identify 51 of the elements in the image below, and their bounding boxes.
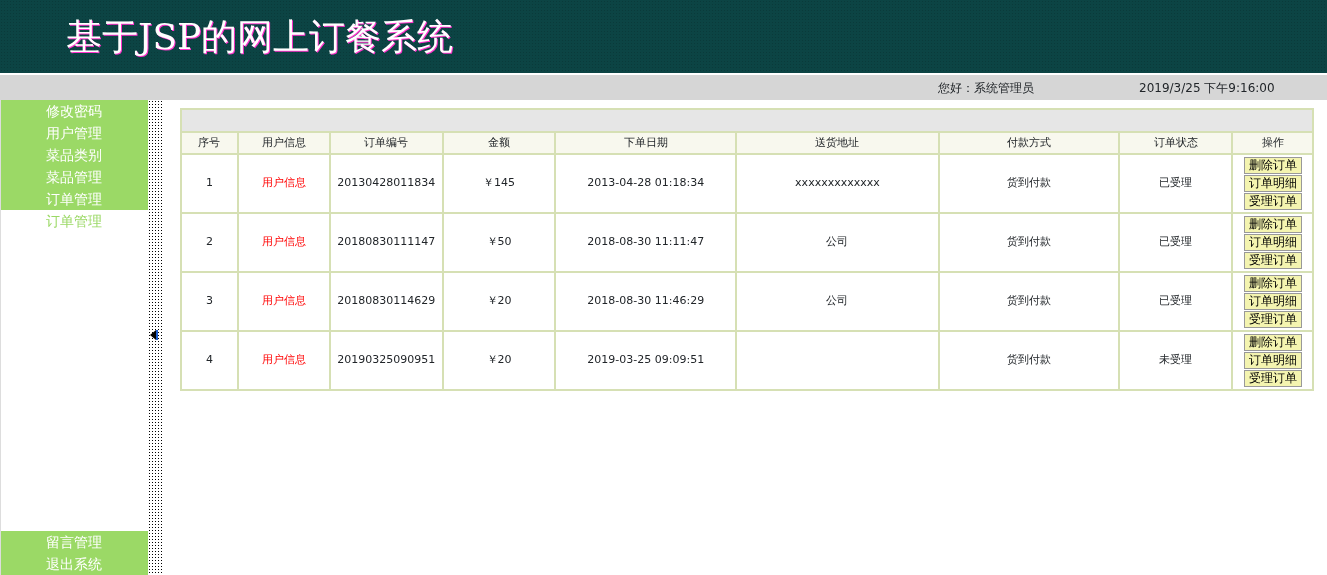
action-button[interactable]: 受理订单	[1243, 370, 1302, 387]
table-cell: 未受理	[1119, 331, 1233, 390]
user-info-link[interactable]: 用户信息	[261, 176, 306, 190]
table-cell: 20130428011834	[329, 154, 443, 213]
column-header: 送货地址	[736, 132, 939, 154]
datetime-text: 2019/3/25 下午9:16:00	[1139, 79, 1275, 97]
action-button[interactable]: 订单明细	[1243, 352, 1302, 369]
table-cell: 公司	[736, 272, 939, 331]
table-cell: 2018-08-30 11:46:29	[555, 272, 737, 331]
collapse-arrow-icon[interactable]	[150, 329, 158, 340]
action-button[interactable]: 订单明细	[1243, 293, 1302, 310]
table-cell: 2018-08-30 11:11:47	[555, 213, 737, 272]
user-info-link[interactable]: 用户信息	[261, 353, 306, 367]
table-cell: 3	[181, 272, 238, 331]
table-cell: 1	[181, 154, 238, 213]
action-button[interactable]: 删除订单	[1243, 334, 1302, 351]
table-cell: 4	[181, 331, 238, 390]
table-cell: 2019-03-25 09:09:51	[555, 331, 737, 390]
table-cell: 货到付款	[938, 213, 1120, 272]
table-cell: 已受理	[1119, 272, 1233, 331]
table-cell: ￥20	[442, 272, 556, 331]
action-button[interactable]: 受理订单	[1243, 252, 1302, 269]
user-info-link[interactable]: 用户信息	[261, 294, 306, 308]
table-cell: 公司	[736, 213, 939, 272]
table-cell: ￥50	[442, 213, 556, 272]
table-cell: 20190325090951	[329, 331, 443, 390]
table-cell: xxxxxxxxxxxxx	[736, 154, 939, 213]
table-cell: 货到付款	[938, 154, 1120, 213]
app-title: 基于JSP的网上订餐系统	[65, 16, 454, 57]
table-cell: ￥145	[442, 154, 556, 213]
column-header: 付款方式	[938, 132, 1120, 154]
table-cell: 20180830111147	[329, 213, 443, 272]
table-cell: ￥20	[442, 331, 556, 390]
action-button[interactable]: 删除订单	[1243, 216, 1302, 233]
table-cell: 2	[181, 213, 238, 272]
user-info-link[interactable]: 用户信息	[261, 235, 306, 249]
column-header: 序号	[181, 132, 238, 154]
action-button[interactable]: 订单明细	[1243, 175, 1302, 192]
action-button[interactable]: 删除订单	[1243, 275, 1302, 292]
greeting-text: 您好：系统管理员	[938, 79, 1034, 97]
table-cell: 已受理	[1119, 213, 1233, 272]
action-button[interactable]: 受理订单	[1243, 193, 1302, 210]
table-cell: 货到付款	[938, 331, 1120, 390]
table-cell: 货到付款	[938, 272, 1120, 331]
action-button[interactable]: 受理订单	[1243, 311, 1302, 328]
table-cell: 2013-04-28 01:18:34	[555, 154, 737, 213]
column-header: 下单日期	[555, 132, 737, 154]
table-cell: 已受理	[1119, 154, 1233, 213]
action-button[interactable]: 订单明细	[1243, 234, 1302, 251]
table-cell: 20180830114629	[329, 272, 443, 331]
action-button[interactable]: 删除订单	[1243, 157, 1302, 174]
